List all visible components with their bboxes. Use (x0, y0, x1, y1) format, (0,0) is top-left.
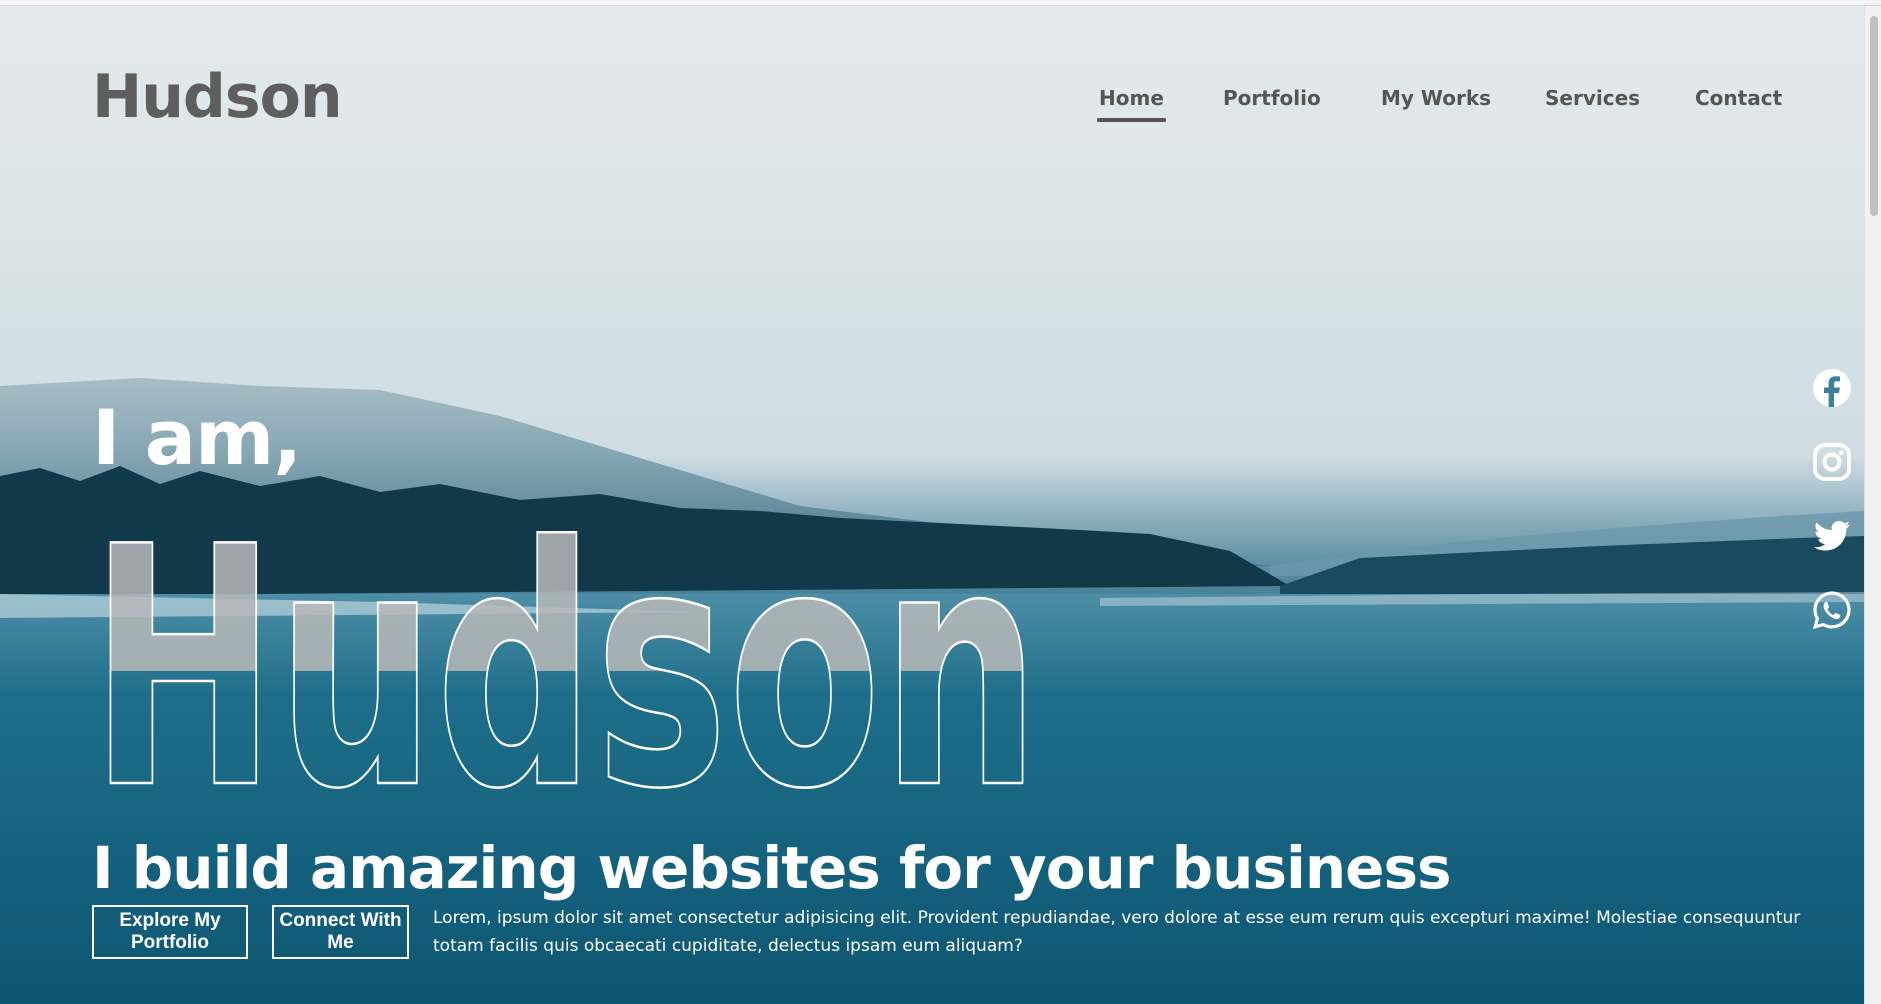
page-scrollbar[interactable] (1864, 6, 1881, 1004)
explore-portfolio-button[interactable]: Explore My Portfolio (92, 905, 248, 959)
hero-description: Lorem, ipsum dolor sit amet consectetur … (433, 908, 1801, 956)
scrollbar-thumb[interactable] (1870, 16, 1878, 216)
nav-home[interactable]: Home (1097, 86, 1166, 122)
nav-services[interactable]: Services (1545, 86, 1640, 110)
facebook-icon[interactable] (1812, 368, 1852, 408)
connect-button[interactable]: Connect With Me (272, 905, 409, 959)
hero-section: Hudson Home Portfolio My Works Services … (0, 6, 1864, 1004)
whatsapp-icon[interactable] (1812, 590, 1852, 630)
instagram-icon[interactable] (1812, 442, 1852, 482)
hero-name-stroke: Hudson (90, 511, 1040, 791)
hero-tagline: I build amazing websites for your busine… (92, 834, 1452, 902)
main-nav: Home Portfolio My Works Services Contact (0, 86, 1864, 126)
nav-portfolio[interactable]: Portfolio (1223, 86, 1321, 110)
hero-name-outline: Hudson Hudson (90, 511, 1041, 791)
nav-contact[interactable]: Contact (1695, 86, 1782, 110)
greeting-text: I am, (92, 393, 302, 482)
twitter-icon[interactable] (1812, 516, 1852, 556)
nav-my-works[interactable]: My Works (1381, 86, 1491, 110)
